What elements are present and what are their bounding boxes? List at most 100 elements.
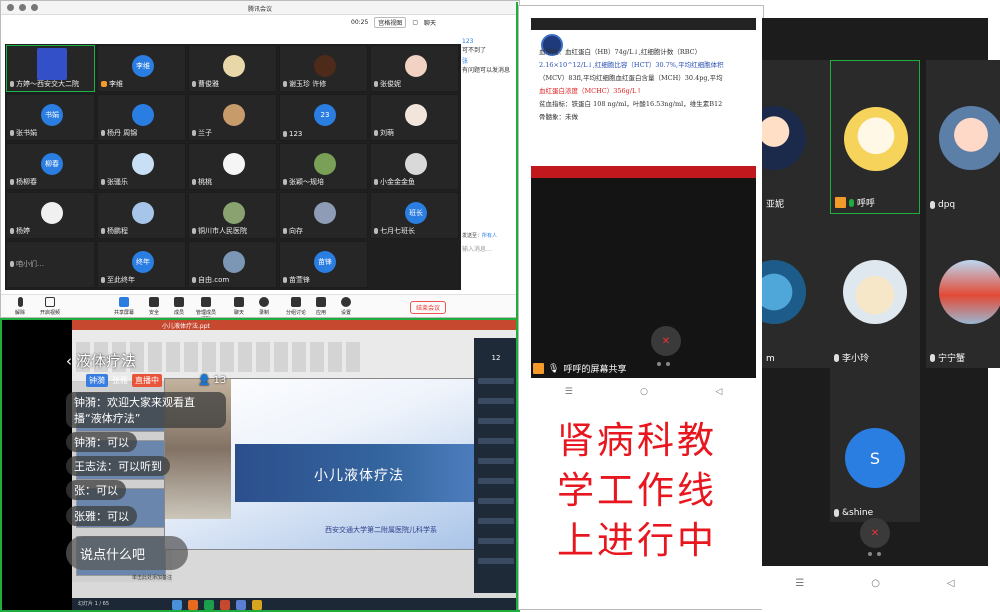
members-button[interactable]: 成员 xyxy=(164,297,194,316)
fullscreen-icon[interactable]: ▢ xyxy=(412,19,418,26)
ppt-tool[interactable] xyxy=(202,342,216,372)
ppt-tool[interactable] xyxy=(148,342,162,372)
participant-tile[interactable]: 张颖～规培 xyxy=(279,143,368,190)
participant-name: 张颖～规培 xyxy=(283,177,324,187)
participant-tile[interactable]: 谢玉珍 许修 xyxy=(279,45,368,92)
participant-tile[interactable]: 班长 七月七班长 xyxy=(370,192,459,239)
participant-tile[interactable]: 23 123 xyxy=(279,94,368,141)
gallery-tile[interactable]: dpq xyxy=(926,60,1000,214)
participant-tile[interactable]: 小金金金鱼 xyxy=(370,143,459,190)
ppt-tool[interactable] xyxy=(256,342,270,372)
participant-tile[interactable]: 方婷～西安交大二院 xyxy=(6,45,95,92)
avatar xyxy=(223,153,245,175)
ppt-notes-hint[interactable]: 单击此处添加备注 xyxy=(132,574,172,581)
participant-tile[interactable]: 张骚乐 xyxy=(97,143,186,190)
record-button[interactable]: 录制 xyxy=(249,297,279,316)
manage-members-button[interactable]: 管理成员(25) xyxy=(191,297,221,317)
participant-name: 自由.com xyxy=(192,275,229,285)
chat-text: 有问题可以发消息 xyxy=(462,67,511,74)
avatar xyxy=(405,104,427,126)
avatar: 柳春 xyxy=(41,153,63,175)
participant-tile[interactable]: 柳春 杨柳春 xyxy=(6,143,95,190)
view-select[interactable]: 宫格视图 xyxy=(374,16,407,28)
participant-tile[interactable]: 苗锋 苗萱锋 xyxy=(279,241,368,288)
tile-name: m xyxy=(766,354,775,364)
gallery-tile-active[interactable]: 呼呼 xyxy=(830,60,920,214)
participant-tile[interactable]: 杨鹏程 xyxy=(97,192,186,239)
home-icon[interactable]: ○ xyxy=(640,387,648,397)
comment-input[interactable]: 说点什么吧 xyxy=(66,536,188,570)
more-participants-label[interactable]: 咱小们… xyxy=(10,259,44,269)
tile-name: 宁宁蟹 xyxy=(930,351,965,364)
avatar xyxy=(314,55,336,77)
gallery-tile[interactable]: 宁宁蟹 xyxy=(926,214,1000,368)
participant-name: 桃桃 xyxy=(192,177,212,187)
participant-tile[interactable]: 终年 至此终年 xyxy=(97,241,186,288)
back-icon[interactable]: ◁ xyxy=(947,578,955,589)
end-meeting-button[interactable]: 结束会议 xyxy=(410,301,446,314)
mic-off-icon[interactable]: ✕ xyxy=(651,326,681,356)
avatar xyxy=(762,106,806,170)
participant-tile[interactable]: 曹俊雅 xyxy=(188,45,277,92)
participant-tile[interactable]: 自由.com xyxy=(188,241,277,288)
ppt-filename: 小儿液体疗法.ppt xyxy=(162,323,210,330)
mobile-share-screen: 血常规：血红蛋白（HB）74g/L↓,红细胞计数（RBC） 2.16×10^12/… xyxy=(518,5,764,610)
ppt-tool[interactable] xyxy=(328,342,342,372)
microphone-icon xyxy=(17,297,23,307)
page-dots xyxy=(868,552,881,556)
send-to-value[interactable]: 所有人 xyxy=(482,233,497,239)
ppt-tool[interactable] xyxy=(292,342,306,372)
share-label-text: 呼呼的屏幕共享 xyxy=(563,365,627,375)
avatar xyxy=(132,153,154,175)
app-icon[interactable] xyxy=(188,600,198,610)
menu-icon[interactable]: ☰ xyxy=(795,578,804,589)
ppt-tool[interactable] xyxy=(220,342,234,372)
participant-tile[interactable]: 书娟 张书娟 xyxy=(6,94,95,141)
ppt-tool[interactable] xyxy=(274,342,288,372)
tile-name: 呼呼 xyxy=(835,196,875,209)
apps-icon xyxy=(316,297,326,307)
ppt-tool[interactable] xyxy=(346,342,360,372)
avatar xyxy=(405,55,427,77)
mic-off-icon[interactable]: ✕ xyxy=(860,518,890,548)
participant-tile[interactable]: 咱小们… xyxy=(6,241,95,288)
participant-tile[interactable]: 兰子 xyxy=(188,94,277,141)
app-icon[interactable] xyxy=(220,600,230,610)
menu-icon[interactable]: ☰ xyxy=(565,387,573,397)
ppt-tool[interactable] xyxy=(238,342,252,372)
app-icon[interactable] xyxy=(252,600,262,610)
ppt-tool[interactable] xyxy=(184,342,198,372)
share-screen-button[interactable]: 共享屏幕 xyxy=(109,297,139,316)
viewer-counter: 👤 13 xyxy=(198,375,226,386)
participant-tile[interactable]: 杨婷 xyxy=(6,192,95,239)
app-icon[interactable] xyxy=(172,600,182,610)
participant-tile[interactable]: 桃桃 xyxy=(188,143,277,190)
viewer-row xyxy=(478,498,514,504)
participant-tile[interactable]: 刘萌 xyxy=(370,94,459,141)
avatar xyxy=(939,106,1000,170)
mute-button[interactable]: 解除 xyxy=(5,297,35,316)
back-arrow-icon[interactable]: ‹ xyxy=(66,352,72,370)
video-button[interactable]: 开启视频 xyxy=(35,297,65,316)
meeting-infobar: 00:25 宫格视图 ▢ 聊天 xyxy=(351,16,436,28)
page-dots xyxy=(657,362,670,366)
chat-toggle[interactable]: 聊天 xyxy=(424,18,436,27)
app-icon[interactable] xyxy=(236,600,246,610)
chat-panel: 123 可不到了 张 有问题可以发消息 发送至：所有人 输入消息… xyxy=(462,37,519,297)
participant-tile[interactable]: 李维 李维 xyxy=(97,45,186,92)
participant-tile[interactable]: 杨丹 周锦 xyxy=(97,94,186,141)
slide-department: 西安交通大学第二附属医院儿科学系 xyxy=(325,526,437,534)
gallery-tile[interactable]: 李小玲 xyxy=(830,214,920,368)
settings-button[interactable]: 设置 xyxy=(331,297,361,316)
participant-tile[interactable]: 铜川市人民医院 xyxy=(188,192,277,239)
ppt-tool[interactable] xyxy=(166,342,180,372)
record-icon xyxy=(259,297,269,307)
participant-tile[interactable]: 向存 xyxy=(279,192,368,239)
send-to[interactable]: 发送至：所有人 xyxy=(462,232,497,239)
ppt-tool[interactable] xyxy=(310,342,324,372)
participant-tile[interactable]: 张俊妮 xyxy=(370,45,459,92)
chat-input[interactable]: 输入消息… xyxy=(462,244,519,253)
back-icon[interactable]: ◁ xyxy=(715,387,722,397)
home-icon[interactable]: ○ xyxy=(871,578,880,589)
app-icon[interactable] xyxy=(204,600,214,610)
